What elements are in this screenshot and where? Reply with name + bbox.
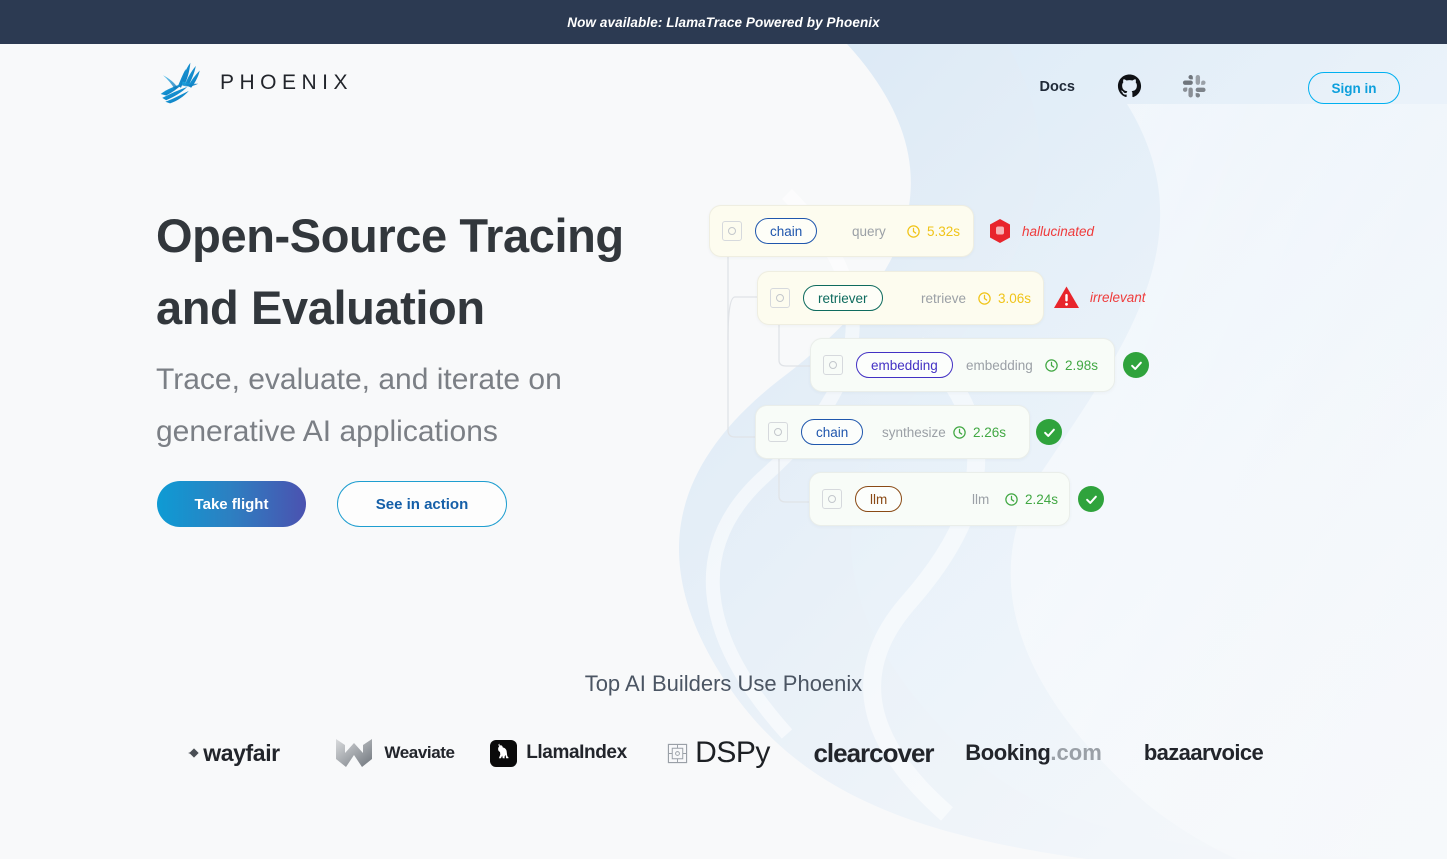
span-status-label: irrelevant	[1090, 290, 1146, 305]
span-latency: 2.24s	[1004, 492, 1058, 507]
span-status-badge: irrelevant	[1053, 285, 1146, 310]
span-operation-label: llm	[972, 492, 989, 507]
trace-span-card[interactable]: chain query 5.32s	[709, 205, 974, 257]
trace-span-card[interactable]: llm llm 2.24s	[809, 472, 1070, 526]
logo-booking-tld: .com	[1050, 740, 1101, 766]
logo-wayfair-label: wayfair	[203, 740, 279, 767]
check-circle-icon	[1078, 486, 1104, 512]
logo-clearcover-label: clearcover	[813, 738, 933, 769]
span-operation-label: synthesize	[882, 425, 946, 440]
logo-booking: Booking.com	[954, 727, 1114, 779]
nav-links: Docs	[1040, 74, 1247, 99]
toggle-dot-icon	[829, 361, 837, 369]
span-status-badge	[1036, 419, 1062, 445]
span-expand-toggle[interactable]	[823, 355, 843, 375]
span-status-label: hallucinated	[1022, 224, 1094, 239]
announcement-banner[interactable]: Now available: LlamaTrace Powered by Pho…	[0, 0, 1447, 44]
span-latency-value: 2.26s	[973, 425, 1006, 440]
hero-sub-line-2: generative AI applications	[156, 415, 498, 448]
clock-icon	[977, 291, 992, 306]
span-kind-pill: embedding	[856, 352, 953, 378]
span-latency: 2.26s	[952, 425, 1006, 440]
logo-weaviate-label: Weaviate	[384, 743, 454, 763]
span-kind-pill: chain	[801, 419, 863, 445]
dspy-puzzle-icon	[667, 743, 688, 764]
toggle-dot-icon	[774, 428, 782, 436]
span-latency-value: 3.06s	[998, 291, 1031, 306]
trace-span-card[interactable]: chain synthesize 2.26s	[755, 405, 1030, 459]
toggle-dot-icon	[776, 294, 784, 302]
span-status-badge	[1123, 352, 1149, 378]
toggle-dot-icon	[728, 227, 736, 235]
hero-subtitle: Trace, evaluate, and iterate on generati…	[156, 354, 716, 458]
span-latency: 2.98s	[1044, 358, 1098, 373]
check-circle-icon	[1036, 419, 1062, 445]
logo-bazaarvoice: bazaarvoice	[1114, 727, 1294, 779]
page-title: Open-Source Tracing and Evaluation	[156, 200, 716, 344]
hero-title-line-1: Open-Source Tracing	[156, 209, 624, 262]
check-circle-icon	[1123, 352, 1149, 378]
weaviate-mark-icon	[332, 733, 376, 773]
logo-weaviate: Weaviate	[314, 727, 474, 779]
span-status-badge	[1078, 486, 1104, 512]
span-latency-value: 5.32s	[927, 224, 960, 239]
span-expand-toggle[interactable]	[822, 489, 842, 509]
phoenix-bird-icon	[156, 58, 206, 108]
span-expand-toggle[interactable]	[722, 221, 742, 241]
toggle-dot-icon	[828, 495, 836, 503]
clock-icon	[1044, 358, 1059, 373]
see-in-action-button[interactable]: See in action	[337, 481, 507, 527]
logo-clearcover: clearcover	[794, 727, 954, 779]
llamaindex-mark-icon	[490, 740, 517, 767]
span-kind-pill: retriever	[803, 285, 883, 311]
nav-link-docs[interactable]: Docs	[1040, 79, 1075, 95]
logo-dspy-label: DSPy	[695, 736, 770, 770]
logo-bazaarvoice-label: bazaarvoice	[1144, 740, 1263, 766]
builders-heading: Top AI Builders Use Phoenix	[0, 671, 1447, 697]
logo-llamaindex: LlamaIndex	[474, 727, 644, 779]
span-operation-label: retrieve	[921, 291, 966, 306]
span-status-badge: hallucinated	[988, 218, 1094, 244]
announcement-text: Now available: LlamaTrace Powered by Pho…	[567, 15, 880, 30]
logo-wayfair: wayfair	[154, 727, 314, 779]
span-latency: 5.32s	[906, 224, 960, 239]
github-icon[interactable]	[1117, 74, 1142, 99]
warning-triangle-icon	[1053, 285, 1080, 310]
span-operation-label: query	[852, 224, 886, 239]
span-kind-pill: chain	[755, 218, 817, 244]
span-latency-value: 2.98s	[1065, 358, 1098, 373]
span-expand-toggle[interactable]	[770, 288, 790, 308]
slack-icon[interactable]	[1182, 74, 1207, 99]
hero-section: Open-Source Tracing and Evaluation Trace…	[156, 200, 716, 458]
brand-name: PHOENIX	[220, 71, 353, 95]
hexagon-error-icon	[988, 218, 1012, 244]
sign-in-button[interactable]: Sign in	[1308, 72, 1400, 104]
logo-booking-label: Booking	[965, 740, 1050, 766]
logo-llamaindex-label: LlamaIndex	[526, 742, 627, 764]
hero-cta-row: Take flight See in action	[157, 481, 507, 527]
span-operation-label: embedding	[966, 358, 1033, 373]
clock-icon	[1004, 492, 1019, 507]
trace-span-card[interactable]: retriever retrieve 3.06s	[757, 271, 1044, 325]
span-kind-pill: llm	[855, 486, 902, 512]
span-latency: 3.06s	[977, 291, 1031, 306]
wayfair-mark-icon	[187, 746, 201, 760]
hero-title-line-2: and Evaluation	[156, 281, 485, 334]
customer-logo-row: wayfair Weaviate LlamaIndex	[0, 723, 1447, 783]
span-expand-toggle[interactable]	[768, 422, 788, 442]
page-root: Now available: LlamaTrace Powered by Pho…	[0, 0, 1447, 859]
brand-logo[interactable]: PHOENIX	[156, 58, 353, 108]
hero-sub-line-1: Trace, evaluate, and iterate on	[156, 363, 562, 396]
span-latency-value: 2.24s	[1025, 492, 1058, 507]
take-flight-button[interactable]: Take flight	[157, 481, 306, 527]
logo-dspy: DSPy	[644, 727, 794, 779]
site-header: PHOENIX Docs	[0, 44, 1447, 136]
clock-icon	[906, 224, 921, 239]
trace-span-card[interactable]: embedding embedding 2.98s	[810, 338, 1115, 392]
clock-icon	[952, 425, 967, 440]
